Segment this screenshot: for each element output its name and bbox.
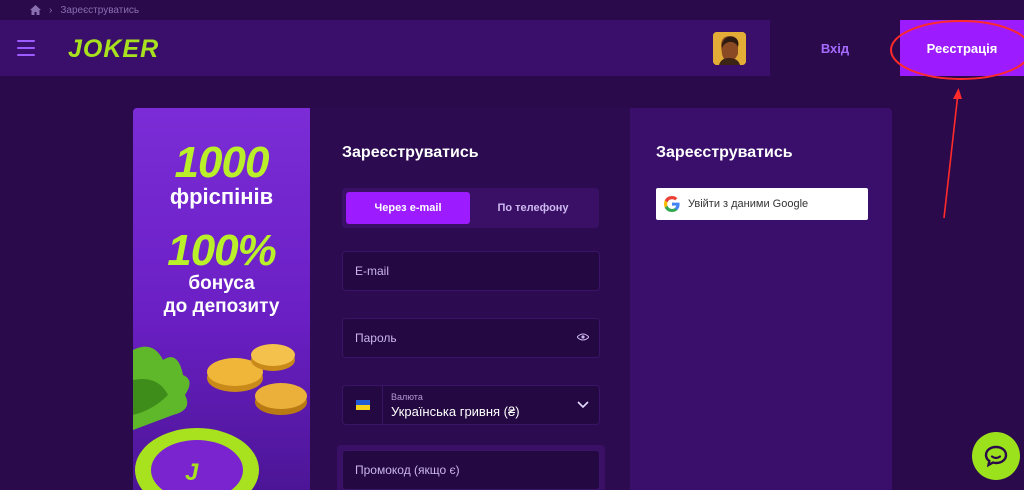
svg-text:J: J [185, 459, 199, 486]
registration-card: 1000 фріспінів 100% бонуса до депозиту J… [133, 108, 892, 490]
email-registration-form: Зареєструватись Через e-mail По телефону… [310, 108, 630, 490]
currency-select[interactable]: Валюта Українська гривня (₴) [342, 385, 600, 425]
annotation-arrow [943, 92, 959, 219]
chat-button[interactable] [972, 432, 1020, 480]
joker-logo[interactable]: JOKER [68, 34, 168, 62]
currency-label: Валюта [391, 391, 423, 402]
password-placeholder: Пароль [355, 331, 397, 345]
email-field[interactable]: E-mail [342, 251, 600, 291]
form-title: Зареєструватись [342, 144, 479, 161]
promo-bonus-label: бонуса [188, 273, 255, 294]
top-header: JOKER Вхід Реєстрація [0, 20, 1024, 76]
chevron-right-icon: › [49, 4, 53, 16]
social-title: Зареєструватись [656, 144, 793, 161]
ukraine-flag-icon [343, 386, 383, 424]
google-icon [664, 196, 680, 212]
email-placeholder: E-mail [355, 264, 390, 278]
eye-icon[interactable] [577, 333, 589, 341]
chat-icon [984, 445, 1008, 467]
menu-icon[interactable] [0, 20, 52, 76]
promo-banner: 1000 фріспінів 100% бонуса до депозиту J [133, 108, 310, 490]
breadcrumb: › Зареєструватись [0, 0, 1024, 20]
tab-phone[interactable]: По телефону [471, 192, 595, 224]
home-icon[interactable] [30, 5, 41, 15]
promo-freespins-label: фріспінів [169, 184, 274, 209]
promocode-placeholder: Промокод (якщо є) [355, 463, 460, 477]
register-button[interactable]: Реєстрація [900, 20, 1024, 76]
login-button[interactable]: Вхід [821, 41, 849, 56]
login-area: Вхід [770, 20, 900, 76]
promo-bonus-percent: 100% [167, 226, 277, 275]
chevron-down-icon [577, 401, 589, 409]
avatar[interactable] [713, 32, 746, 65]
currency-value: Українська гривня (₴) [391, 403, 520, 419]
promo-coins-illustration: J [133, 344, 307, 490]
registration-method-tabs: Через e-mail По телефону [342, 188, 599, 228]
social-registration-panel: Зареєструватись Увійти з даними Google [630, 108, 892, 490]
tab-email[interactable]: Через e-mail [346, 192, 470, 224]
logo-text: JOKER [68, 35, 159, 62]
breadcrumb-current: Зареєструватись [60, 4, 140, 16]
promo-deposit-label: до депозиту [163, 296, 280, 317]
promocode-field[interactable]: Промокод (якщо є) [342, 450, 600, 490]
google-signin-label: Увійти з даними Google [688, 198, 809, 210]
google-signin-button[interactable]: Увійти з даними Google [656, 188, 868, 220]
promo-freespins-count: 1000 [174, 138, 270, 187]
password-field[interactable]: Пароль [342, 318, 600, 358]
